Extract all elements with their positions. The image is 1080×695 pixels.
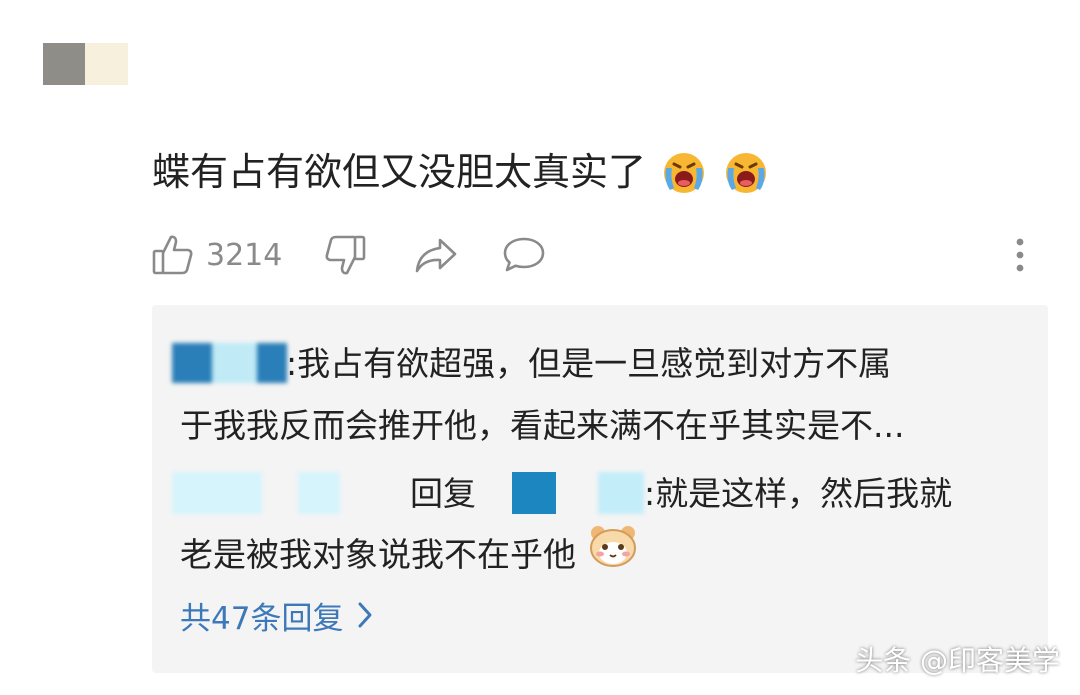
like-button[interactable]: 3214 bbox=[152, 225, 282, 285]
share-arrow-icon bbox=[414, 235, 458, 275]
reply2-text-2: 老是被我对象说我不在乎他 bbox=[180, 535, 576, 574]
blurred-username bbox=[172, 472, 262, 514]
blurred-username bbox=[298, 472, 340, 514]
chevron-right-icon bbox=[343, 594, 373, 644]
speech-bubble-icon bbox=[502, 235, 546, 275]
blurred-username bbox=[598, 472, 644, 514]
crying-face-icon bbox=[722, 148, 770, 196]
view-all-replies-label: 共47条回复 bbox=[180, 601, 344, 637]
thumbs-up-icon bbox=[152, 233, 194, 277]
reply2-line2: 老是被我对象说我不在乎他 bbox=[180, 523, 638, 587]
crying-face-icon bbox=[660, 148, 708, 196]
more-options-button[interactable] bbox=[1014, 225, 1026, 285]
reply-button[interactable] bbox=[502, 225, 546, 285]
dislike-button[interactable] bbox=[324, 225, 366, 285]
comment-text: 蝶有占有欲但又没胆太真实了 bbox=[152, 150, 647, 194]
hamster-face-icon bbox=[588, 523, 638, 587]
reply1-separator: : bbox=[286, 344, 298, 383]
thumbs-down-icon bbox=[324, 233, 366, 277]
watermark: 头条 @印客美学 bbox=[855, 644, 1060, 677]
comment-action-bar: 3214 bbox=[152, 225, 1052, 285]
reply1-line2: 于我我反而会推开他，看起来满不在乎其实是不... bbox=[180, 406, 905, 445]
reply1-text-1: 我占有欲超强，但是一旦感觉到对方不属 bbox=[297, 344, 892, 383]
vertical-dots-icon bbox=[1014, 237, 1026, 273]
avatar-pixel-light bbox=[85, 43, 128, 85]
blurred-username bbox=[172, 343, 287, 383]
commenter-avatar[interactable] bbox=[43, 43, 128, 85]
reply2-line1: :就是这样，然后我就 bbox=[644, 474, 953, 513]
reply1-line1: :我占有欲超强，但是一旦感觉到对方不属 bbox=[286, 333, 891, 395]
like-count: 3214 bbox=[206, 237, 283, 273]
blurred-username bbox=[512, 472, 556, 514]
reply-word: 回复 bbox=[410, 474, 476, 513]
view-all-replies-link[interactable]: 共47条回复 bbox=[180, 594, 373, 644]
comment-body: 蝶有占有欲但又没胆太真实了 bbox=[152, 140, 770, 204]
reply-thread: :我占有欲超强，但是一旦感觉到对方不属 于我我反而会推开他，看起来满不在乎其实是… bbox=[152, 305, 1048, 673]
avatar-pixel-dark bbox=[43, 43, 85, 85]
share-button[interactable] bbox=[414, 225, 458, 285]
